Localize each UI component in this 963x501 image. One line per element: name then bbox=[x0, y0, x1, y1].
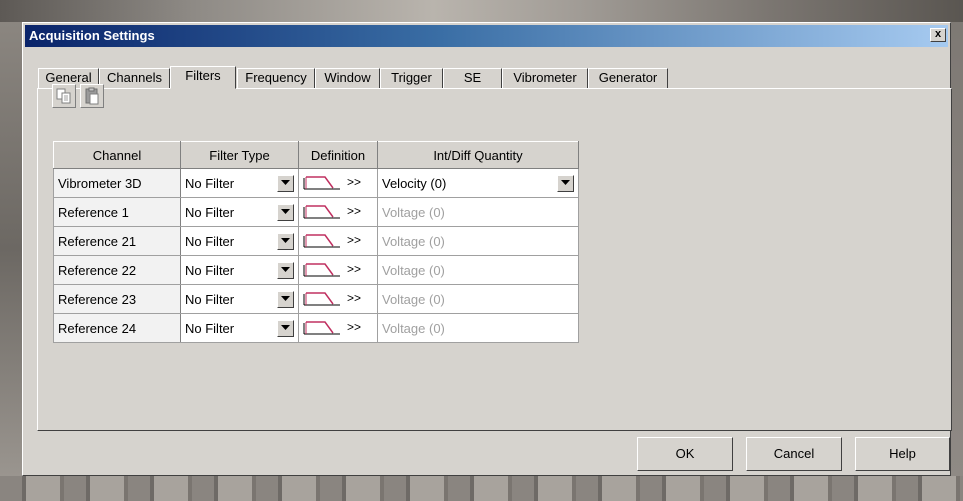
ok-button[interactable]: OK bbox=[637, 437, 733, 471]
channel-cell: Reference 24 bbox=[53, 313, 181, 343]
chevron-down-icon bbox=[281, 238, 290, 243]
filter-type-dropdown-button[interactable] bbox=[277, 232, 294, 250]
background-photo-bottom bbox=[0, 476, 963, 501]
header-int-diff-quantity[interactable]: Int/Diff Quantity bbox=[377, 141, 579, 169]
tab-vibrometer[interactable]: Vibrometer bbox=[502, 68, 588, 88]
filter-type-value: No Filter bbox=[185, 262, 235, 278]
paste-icon bbox=[85, 87, 99, 105]
tab-frequency[interactable]: Frequency bbox=[237, 68, 315, 88]
close-button[interactable]: x bbox=[930, 28, 946, 42]
tab-filters[interactable]: Filters bbox=[170, 66, 236, 89]
background-photo-right bbox=[951, 22, 963, 476]
lowpass-filter-icon bbox=[303, 263, 340, 277]
tab-trigger[interactable]: Trigger bbox=[380, 68, 443, 88]
definition-cell[interactable]: >> bbox=[298, 168, 378, 198]
filter-type-value: No Filter bbox=[185, 233, 235, 249]
lowpass-filter-icon bbox=[303, 234, 340, 248]
chevron-down-icon bbox=[281, 325, 290, 330]
filter-type-value: No Filter bbox=[185, 291, 235, 307]
definition-expand-button[interactable]: >> bbox=[347, 233, 361, 247]
quantity-value: Voltage (0) bbox=[382, 291, 445, 307]
table-row[interactable]: Reference 24 No Filter >> Voltage (0) bbox=[53, 313, 579, 343]
paste-button[interactable] bbox=[80, 84, 104, 108]
title-bar[interactable]: Acquisition Settings x bbox=[25, 25, 948, 47]
filter-settings-table: Channel Filter Type Definition Int/Diff … bbox=[53, 141, 579, 343]
table-row[interactable]: Reference 1 No Filter >> Voltage (0) bbox=[53, 197, 579, 227]
definition-cell[interactable]: >> bbox=[298, 197, 378, 227]
chevron-down-icon bbox=[281, 180, 290, 185]
table-row[interactable]: Reference 22 No Filter >> Voltage (0) bbox=[53, 255, 579, 285]
help-button[interactable]: Help bbox=[855, 437, 950, 471]
table-row[interactable]: Vibrometer 3D No Filter >> Velocity (0) bbox=[53, 168, 579, 198]
lowpass-filter-icon bbox=[303, 292, 340, 306]
filter-type-select[interactable]: No Filter bbox=[180, 197, 299, 227]
channel-cell: Reference 21 bbox=[53, 226, 181, 256]
chevron-down-icon bbox=[281, 267, 290, 272]
table-row[interactable]: Reference 23 No Filter >> Voltage (0) bbox=[53, 284, 579, 314]
tab-se[interactable]: SE bbox=[443, 68, 502, 88]
definition-expand-button[interactable]: >> bbox=[347, 262, 361, 276]
filter-type-value: No Filter bbox=[185, 320, 235, 336]
channel-cell: Reference 23 bbox=[53, 284, 181, 314]
filter-type-select[interactable]: No Filter bbox=[180, 255, 299, 285]
filter-type-select[interactable]: No Filter bbox=[180, 313, 299, 343]
channel-cell: Reference 1 bbox=[53, 197, 181, 227]
filter-type-dropdown-button[interactable] bbox=[277, 319, 294, 337]
definition-expand-button[interactable]: >> bbox=[347, 291, 361, 305]
filter-type-dropdown-button[interactable] bbox=[277, 290, 294, 308]
filter-type-select[interactable]: No Filter bbox=[180, 168, 299, 198]
filter-type-select[interactable]: No Filter bbox=[180, 226, 299, 256]
header-filter-type[interactable]: Filter Type bbox=[180, 141, 299, 169]
quantity-dropdown-button[interactable] bbox=[557, 174, 574, 192]
quantity-select: Voltage (0) bbox=[377, 284, 579, 314]
filter-type-value: No Filter bbox=[185, 204, 235, 220]
definition-expand-button[interactable]: >> bbox=[347, 175, 361, 189]
chevron-down-icon bbox=[281, 296, 290, 301]
background-photo-top bbox=[0, 0, 963, 22]
tab-window[interactable]: Window bbox=[315, 68, 380, 88]
quantity-select: Voltage (0) bbox=[377, 313, 579, 343]
lowpass-filter-icon bbox=[303, 176, 340, 190]
header-definition[interactable]: Definition bbox=[298, 141, 378, 169]
copy-icon bbox=[56, 88, 71, 104]
tab-channels[interactable]: Channels bbox=[99, 68, 170, 88]
quantity-value: Velocity (0) bbox=[382, 175, 447, 191]
quantity-select[interactable]: Velocity (0) bbox=[377, 168, 579, 198]
filter-type-value: No Filter bbox=[185, 175, 235, 191]
filter-type-dropdown-button[interactable] bbox=[277, 174, 294, 192]
copy-button[interactable] bbox=[52, 84, 76, 108]
lowpass-filter-icon bbox=[303, 205, 340, 219]
tab-generator[interactable]: Generator bbox=[588, 68, 668, 88]
background-photo-left bbox=[0, 22, 22, 476]
filter-type-dropdown-button[interactable] bbox=[277, 203, 294, 221]
quantity-value: Voltage (0) bbox=[382, 204, 445, 220]
filter-type-dropdown-button[interactable] bbox=[277, 261, 294, 279]
definition-cell[interactable]: >> bbox=[298, 284, 378, 314]
table-row[interactable]: Reference 21 No Filter >> Voltage (0) bbox=[53, 226, 579, 256]
quantity-value: Voltage (0) bbox=[382, 233, 445, 249]
window-title: Acquisition Settings bbox=[29, 28, 155, 43]
quantity-select: Voltage (0) bbox=[377, 197, 579, 227]
chevron-down-icon bbox=[561, 180, 570, 185]
quantity-select: Voltage (0) bbox=[377, 255, 579, 285]
cancel-button[interactable]: Cancel bbox=[746, 437, 842, 471]
definition-cell[interactable]: >> bbox=[298, 313, 378, 343]
lowpass-filter-icon bbox=[303, 321, 340, 335]
quantity-value: Voltage (0) bbox=[382, 320, 445, 336]
definition-cell[interactable]: >> bbox=[298, 226, 378, 256]
chevron-down-icon bbox=[281, 209, 290, 214]
definition-expand-button[interactable]: >> bbox=[347, 320, 361, 334]
filter-type-select[interactable]: No Filter bbox=[180, 284, 299, 314]
definition-expand-button[interactable]: >> bbox=[347, 204, 361, 218]
quantity-value: Voltage (0) bbox=[382, 262, 445, 278]
channel-cell: Vibrometer 3D bbox=[53, 168, 181, 198]
table-header-row: Channel Filter Type Definition Int/Diff … bbox=[53, 141, 579, 169]
channel-cell: Reference 22 bbox=[53, 255, 181, 285]
quantity-select: Voltage (0) bbox=[377, 226, 579, 256]
definition-cell[interactable]: >> bbox=[298, 255, 378, 285]
header-channel[interactable]: Channel bbox=[53, 141, 181, 169]
